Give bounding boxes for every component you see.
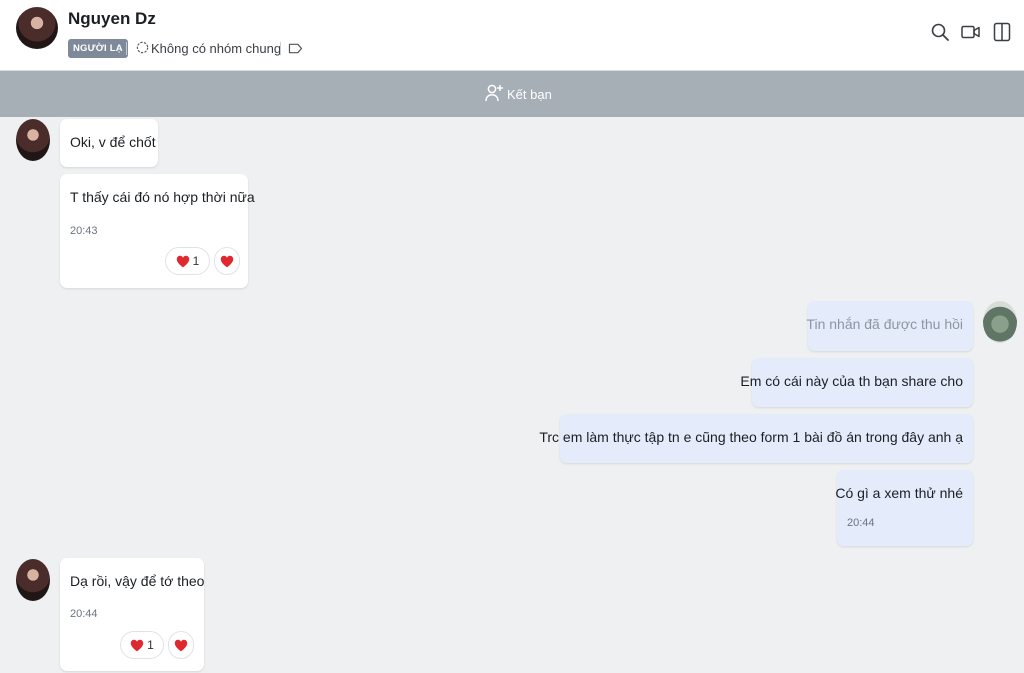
message-bubble[interactable]: T thấy cái đó nó hợp thời nữa 20:43 1 <box>60 174 255 288</box>
sidebar-toggle-icon[interactable] <box>991 21 1013 43</box>
add-friend-icon <box>485 84 503 102</box>
message-text: Trc em làm thực tập tn e cũng theo form … <box>539 429 963 445</box>
message-text: Có gì a xem thử nhé <box>835 485 963 501</box>
message-text: Em có cái này của th bạn share cho <box>740 373 963 389</box>
recalled-message-bubble[interactable]: Tin nhắn đã được thu hồi <box>806 301 973 351</box>
add-reaction-button[interactable] <box>214 247 240 275</box>
my-avatar[interactable] <box>983 301 1017 343</box>
message-text: T thấy cái đó nó hợp thời nữa <box>70 189 255 205</box>
message-time: 20:43 <box>70 225 98 237</box>
contact-avatar[interactable] <box>16 7 58 49</box>
message-time: 20:44 <box>847 517 875 529</box>
message-text: Tin nhắn đã được thu hồi <box>806 316 963 332</box>
heart-icon <box>174 639 188 651</box>
common-groups-label[interactable]: Không có nhóm chung <box>151 41 281 56</box>
stranger-badge: NGƯỜI LẠ <box>68 39 128 58</box>
chat-header: Nguyen Dz NGƯỜI LẠ Không có nhóm chung <box>0 0 1024 71</box>
sender-avatar[interactable] <box>16 119 50 161</box>
header-divider <box>280 42 281 55</box>
video-call-icon[interactable] <box>960 21 982 43</box>
message-text: Oki, v để chốt <box>70 134 156 150</box>
message-bubble[interactable]: Em có cái này của th bạn share cho <box>740 358 973 407</box>
search-icon[interactable] <box>929 21 951 43</box>
heart-icon <box>220 255 234 267</box>
reaction-heart-count[interactable]: 1 <box>120 631 164 659</box>
add-friend-label: Kết bạn <box>507 87 552 102</box>
message-bubble[interactable]: Dạ rồi, vậy để tớ theo 20:44 1 <box>60 558 204 671</box>
message-bubble[interactable]: Trc em làm thực tập tn e cũng theo form … <box>539 414 973 463</box>
heart-icon <box>176 255 189 267</box>
reaction-count: 1 <box>147 638 154 652</box>
tag-icon[interactable] <box>288 42 303 55</box>
message-text: Dạ rồi, vậy để tớ theo <box>70 573 205 589</box>
header-divider <box>126 42 127 55</box>
chat-window: Nguyen Dz NGƯỜI LẠ Không có nhóm chung K… <box>0 0 1024 673</box>
reaction-count: 1 <box>192 254 200 268</box>
groups-icon <box>136 41 149 54</box>
sender-avatar[interactable] <box>16 559 50 601</box>
reaction-heart-count[interactable]: 1 <box>165 247 210 275</box>
message-bubble[interactable]: Có gì a xem thử nhé 20:44 <box>835 470 973 546</box>
heart-icon <box>130 639 144 651</box>
message-time: 20:44 <box>70 608 98 620</box>
contact-name[interactable]: Nguyen Dz <box>68 9 156 29</box>
message-bubble[interactable]: Oki, v để chốt <box>60 119 158 167</box>
add-reaction-button[interactable] <box>168 631 194 659</box>
add-friend-bar[interactable]: Kết bạn <box>0 71 1024 117</box>
